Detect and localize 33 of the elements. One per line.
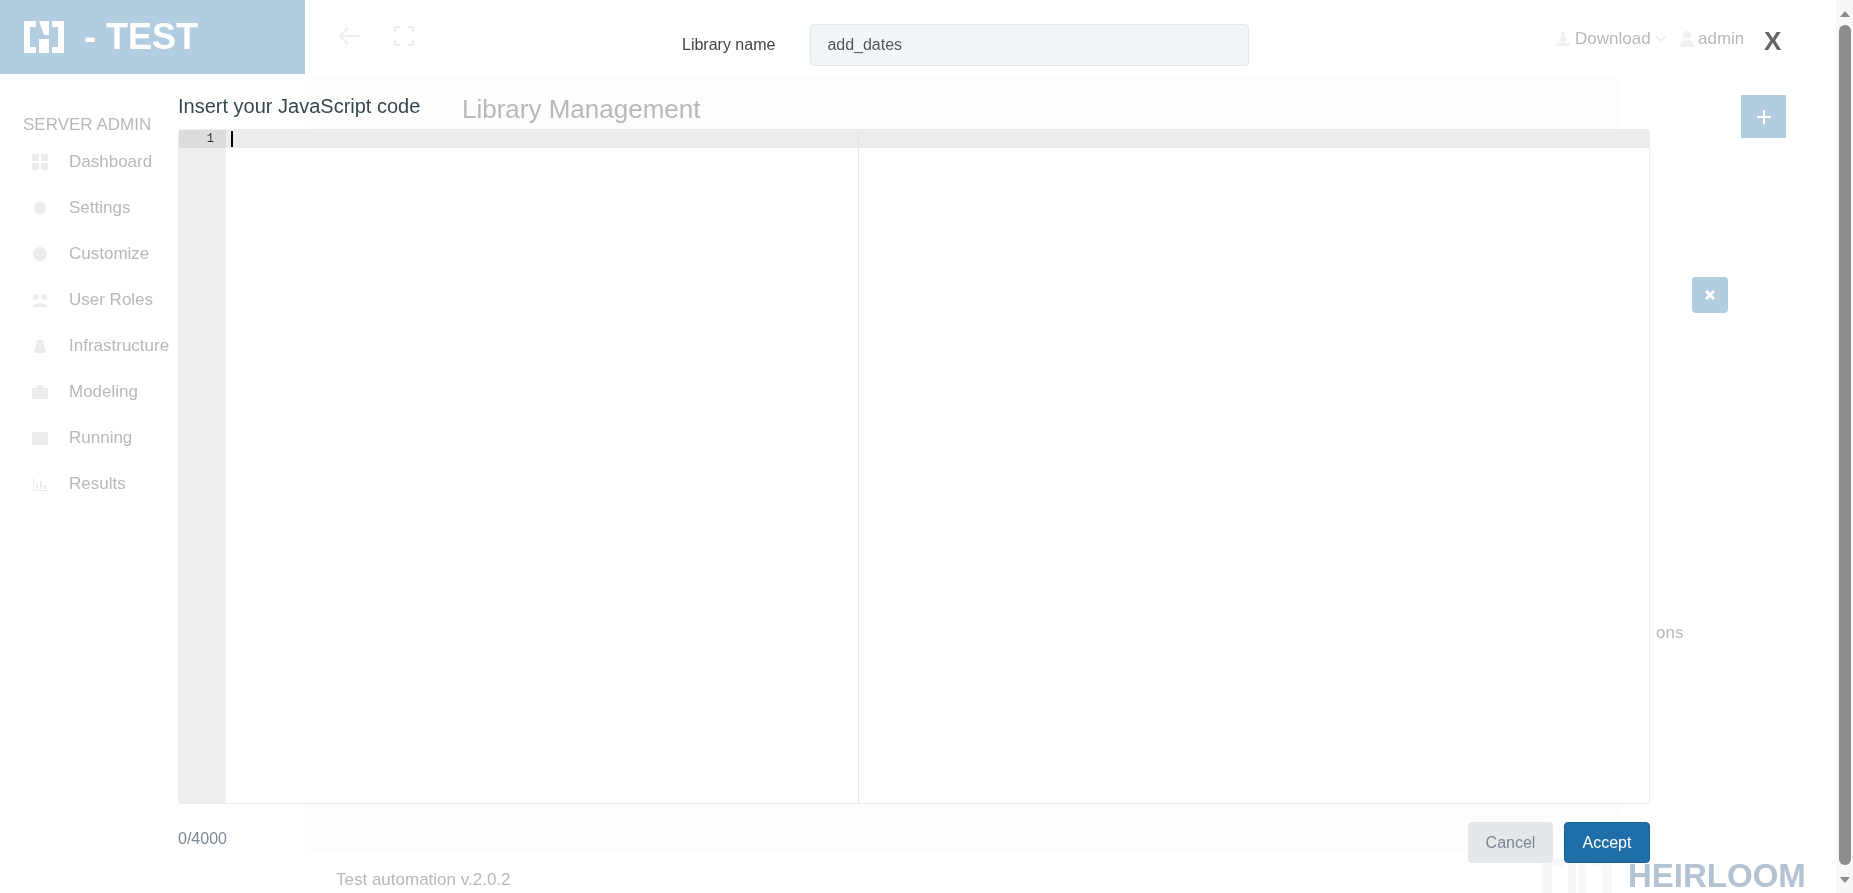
sidebar-item[interactable]: Dashboard xyxy=(31,152,170,172)
page-title: Library Management xyxy=(462,93,701,126)
download-menu[interactable]: Download xyxy=(1555,26,1667,52)
sidebar-title: SERVER ADMIN xyxy=(23,114,152,136)
input-field[interactable]: add_dates xyxy=(810,24,1250,66)
add-button[interactable] xyxy=(1741,95,1786,138)
scroll-down-icon[interactable] xyxy=(1839,877,1850,883)
sidebar-item[interactable]: Settings xyxy=(31,198,170,218)
sidebar-item[interactable]: Results xyxy=(31,474,170,494)
scroll-up-icon[interactable] xyxy=(1839,11,1850,17)
logo-text: - TEST xyxy=(84,19,198,55)
text-fragment: ons xyxy=(1656,622,1684,644)
sidebar-item[interactable]: User Roles xyxy=(31,290,170,310)
char-count: 0/4000 xyxy=(178,829,227,849)
sidebar-item[interactable]: Modeling xyxy=(31,382,170,402)
user-menu[interactable]: admin xyxy=(1680,26,1745,52)
cancel-button[interactable]: Cancel xyxy=(1468,822,1553,863)
sidebar-item[interactable]: Customize xyxy=(31,244,170,264)
accept-button[interactable]: Accept xyxy=(1564,822,1650,863)
plus-icon xyxy=(1755,108,1772,125)
line-number: 1 xyxy=(179,130,226,148)
close-button[interactable]: X xyxy=(1764,28,1782,54)
sidebar-item[interactable]: Running xyxy=(31,428,170,448)
dialog-title: Insert your JavaScript code xyxy=(178,94,421,119)
text-cursor xyxy=(231,131,233,147)
logo-icon xyxy=(24,21,64,53)
scrollbar[interactable] xyxy=(1836,0,1853,893)
code-editor[interactable]: 1 xyxy=(178,129,1650,804)
remove-button[interactable] xyxy=(1692,277,1728,313)
sidebar-item[interactable]: Infrastructure xyxy=(31,336,170,356)
close-icon xyxy=(1705,290,1715,300)
field-label: Library name xyxy=(682,35,776,55)
version-text: Test automation v.2.0.2 xyxy=(336,869,511,891)
